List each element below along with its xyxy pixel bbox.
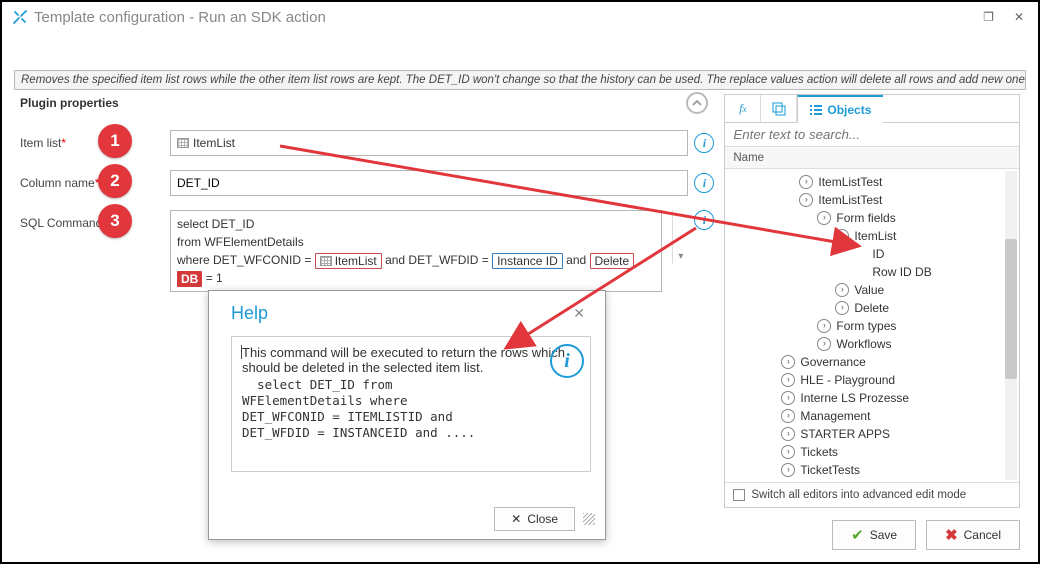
sql-expand-icon[interactable]: ▾ xyxy=(676,249,685,264)
help-popup: Help ✕ This command will be executed to … xyxy=(208,290,606,540)
tree-node-label: Form types xyxy=(836,319,896,333)
collapse-icon[interactable] xyxy=(686,92,708,114)
expand-icon[interactable] xyxy=(781,445,795,459)
tree-node[interactable]: Form fields xyxy=(725,209,1019,227)
tree-node-label: STARTER APPS xyxy=(800,427,890,441)
tree-node[interactable]: ItemListTest xyxy=(725,173,1019,191)
expand-icon[interactable] xyxy=(781,391,795,405)
tree-node-label: Delete xyxy=(854,301,889,315)
cancel-icon: ✖ xyxy=(945,526,958,544)
resize-grip-icon[interactable] xyxy=(583,513,595,525)
list-icon xyxy=(810,104,822,116)
tree-node[interactable]: ID xyxy=(725,245,1019,263)
description-strip: Removes the specified item list rows whi… xyxy=(14,70,1026,90)
expand-icon[interactable] xyxy=(781,463,795,477)
tree-node[interactable]: Management xyxy=(725,407,1019,425)
tree-node[interactable]: Delete xyxy=(725,299,1019,317)
info-icon-item-list[interactable]: i xyxy=(694,133,714,153)
tree-node-label: Governance xyxy=(800,355,865,369)
expand-icon[interactable] xyxy=(799,193,813,207)
info-icon-column-name[interactable]: i xyxy=(694,173,714,193)
left-panel: Plugin properties Item list* 1 ItemList … xyxy=(20,94,714,508)
tree-node-label: HLE - Playground xyxy=(800,373,895,387)
cancel-button[interactable]: ✖ Cancel xyxy=(926,520,1020,550)
tree-node-label: ItemList xyxy=(854,229,896,243)
window-title: Template configuration - Run an SDK acti… xyxy=(34,9,326,26)
help-close-button[interactable]: ✕ Close xyxy=(494,507,575,531)
tree-node[interactable]: ItemList xyxy=(725,227,1019,245)
tab-layers[interactable] xyxy=(761,95,797,122)
tree-node[interactable]: Form types xyxy=(725,317,1019,335)
grid-icon xyxy=(177,138,189,148)
tree-node-label: Tickets xyxy=(800,445,838,459)
close-icon[interactable]: ✕ xyxy=(1010,8,1028,26)
help-close-x-icon[interactable]: ✕ xyxy=(567,303,591,324)
tab-objects[interactable]: Objects xyxy=(797,95,883,123)
badge-1: 1 xyxy=(98,124,132,158)
expand-icon[interactable] xyxy=(781,355,795,369)
search-input[interactable] xyxy=(725,123,1019,147)
tree-node-label: Row ID DB xyxy=(872,265,931,279)
expand-icon[interactable] xyxy=(835,229,849,243)
tree-node[interactable]: Interne LS Prozesse xyxy=(725,389,1019,407)
expand-icon[interactable] xyxy=(781,373,795,387)
expand-icon[interactable] xyxy=(835,283,849,297)
tree-node[interactable]: STARTER APPS xyxy=(725,425,1019,443)
check-icon: ✔ xyxy=(851,526,864,544)
tree-node[interactable]: Workflows xyxy=(725,335,1019,353)
tree-header-name[interactable]: Name xyxy=(725,147,1019,169)
tree-node-label: Form fields xyxy=(836,211,895,225)
tree-node-label: TicketTests xyxy=(800,463,860,477)
expand-icon[interactable] xyxy=(799,175,813,189)
help-title: Help xyxy=(231,303,268,324)
plugin-properties-header: Plugin properties xyxy=(20,94,714,116)
tree-node-label: Management xyxy=(800,409,870,423)
tree-node-label: ID xyxy=(872,247,884,261)
tree-node-label: Interne LS Prozesse xyxy=(800,391,909,405)
sql-command-editor[interactable]: select DET_ID from WFElementDetails wher… xyxy=(170,210,662,292)
tree-node-label: Workflows xyxy=(836,337,891,351)
expand-icon[interactable] xyxy=(817,319,831,333)
info-icon-large: i xyxy=(550,344,584,378)
tab-fx[interactable]: fx xyxy=(725,95,761,122)
tree-node[interactable]: Governance xyxy=(725,353,1019,371)
item-list-field[interactable]: ItemList xyxy=(170,130,688,156)
expand-icon[interactable] xyxy=(817,211,831,225)
tree-node[interactable]: ItemListTest xyxy=(725,191,1019,209)
tree-node-label: ItemListTest xyxy=(818,193,882,207)
expand-icon[interactable] xyxy=(781,427,795,441)
column-name-input[interactable] xyxy=(170,170,688,196)
x-icon: ✕ xyxy=(511,512,521,526)
expand-icon[interactable] xyxy=(817,337,831,351)
label-sql-command: SQL Command xyxy=(20,216,102,230)
title-bar: Template configuration - Run an SDK acti… xyxy=(2,2,1038,32)
tree-node-label: ItemListTest xyxy=(818,175,882,189)
label-column-name: Column name xyxy=(20,176,95,190)
tree-node[interactable]: TicketTests xyxy=(725,461,1019,479)
info-icon-sql[interactable]: i xyxy=(694,210,714,230)
tree-node[interactable]: Tickets xyxy=(725,443,1019,461)
advanced-mode-label: Switch all editors into advanced edit mo… xyxy=(751,489,966,501)
badge-3: 3 xyxy=(98,204,132,238)
tree-node[interactable]: Row ID DB xyxy=(725,263,1019,281)
help-body[interactable]: This command will be executed to return … xyxy=(231,336,591,472)
maximize-icon[interactable]: ❐ xyxy=(979,8,998,26)
advanced-mode-checkbox[interactable] xyxy=(733,489,745,501)
expand-icon[interactable] xyxy=(781,409,795,423)
tree-node-label: Value xyxy=(854,283,884,297)
right-panel: fx Objects Name ItemListTestItemListTest… xyxy=(724,94,1020,508)
wrench-icon xyxy=(12,9,28,25)
expand-icon[interactable] xyxy=(835,301,849,315)
scrollbar-thumb[interactable] xyxy=(1005,239,1017,379)
save-button[interactable]: ✔ Save xyxy=(832,520,916,550)
tree-node[interactable]: HLE - Playground xyxy=(725,371,1019,389)
right-tabs: fx Objects xyxy=(725,95,1019,123)
tree-node[interactable]: Value xyxy=(725,281,1019,299)
object-tree[interactable]: ItemListTest ItemListTest Form fields ItemL… xyxy=(725,169,1019,482)
badge-2: 2 xyxy=(98,164,132,198)
label-item-list: Item list xyxy=(20,136,61,150)
